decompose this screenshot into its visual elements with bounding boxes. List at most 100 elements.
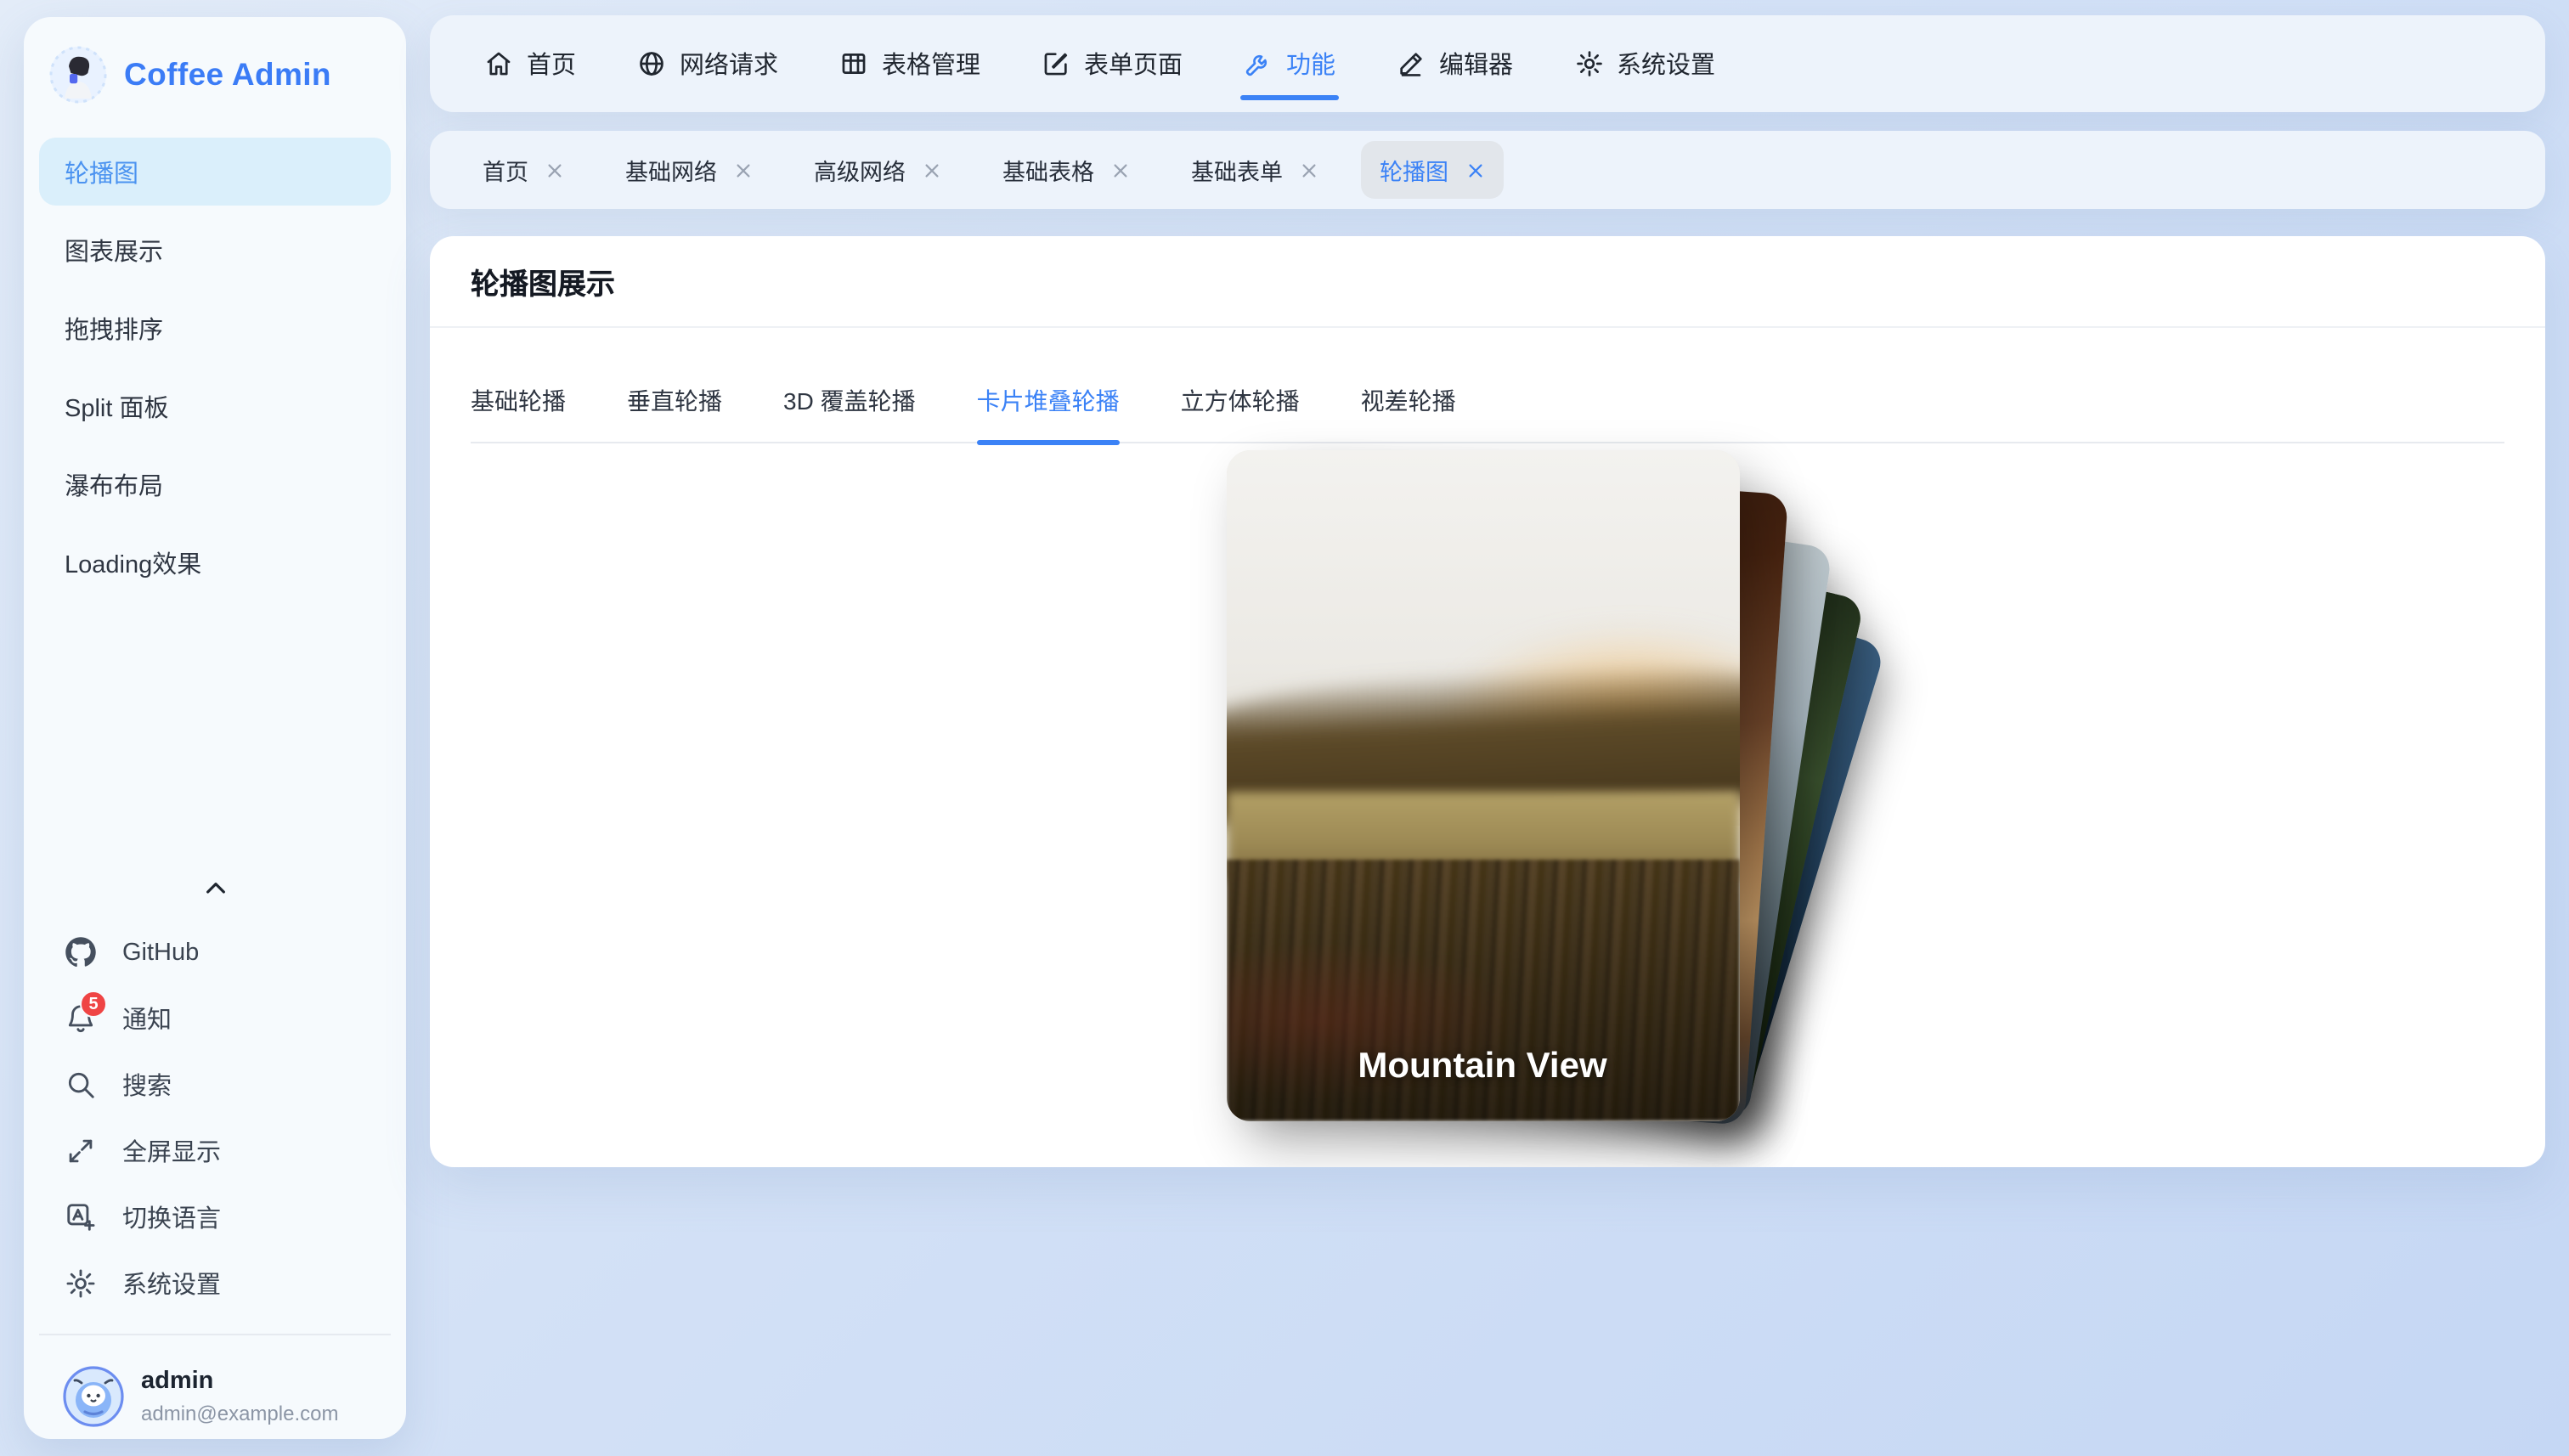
nav-item-forms[interactable]: 表单页面 bbox=[1042, 15, 1183, 112]
sidebar-item-fullscreen[interactable]: 全屏显示 bbox=[39, 1118, 391, 1184]
carousel-tabs: 基础轮播 垂直轮播 3D 覆盖轮播 卡片堆叠轮播 立方体轮播 视差轮播 bbox=[471, 384, 2504, 445]
sidebar-item-carousel[interactable]: 轮播图 bbox=[39, 138, 391, 206]
sidebar-item-github[interactable]: GitHub bbox=[39, 919, 391, 985]
sidebar-item-waterfall[interactable]: 瀑布布局 bbox=[39, 450, 391, 518]
sidebar: Coffee Admin 轮播图 图表展示 拖拽排序 Split 面板 瀑布布局… bbox=[24, 17, 406, 1439]
close-icon[interactable] bbox=[1465, 161, 1484, 179]
card-deck: Mountain View bbox=[1226, 450, 1886, 1126]
brand-title: Coffee Admin bbox=[124, 56, 331, 92]
close-icon[interactable] bbox=[1300, 161, 1318, 179]
sidebar-item-drag-sort[interactable]: 拖拽排序 bbox=[39, 294, 391, 362]
sidebar-item-settings[interactable]: 系统设置 bbox=[39, 1250, 391, 1317]
tab-card-stack[interactable]: 卡片堆叠轮播 bbox=[976, 384, 1120, 445]
top-navbar: 首页 网络请求 表格管理 表单页面 功能 编辑器 系统设置 bbox=[430, 15, 2545, 112]
nav-item-editor[interactable]: 编辑器 bbox=[1397, 15, 1513, 112]
sidebar-menu: 轮播图 图表展示 拖拽排序 Split 面板 瀑布布局 Loading效果 bbox=[24, 138, 406, 596]
tag-label: 基础表格 bbox=[1002, 160, 1094, 185]
sidebar-item-label: Split 面板 bbox=[65, 395, 169, 422]
sidebar-footer-label: 切换语言 bbox=[122, 1206, 221, 1233]
sidebar-item-loading[interactable]: Loading效果 bbox=[39, 528, 391, 596]
main-panel-header: 轮播图展示 bbox=[430, 236, 2545, 328]
nav-item-features[interactable]: 功能 bbox=[1240, 15, 1339, 112]
form-icon bbox=[1042, 49, 1070, 78]
close-icon[interactable] bbox=[734, 161, 753, 179]
tag-label: 基础网络 bbox=[625, 160, 717, 185]
fullscreen-icon bbox=[65, 1135, 97, 1167]
tab-label: 基础轮播 bbox=[471, 387, 566, 415]
nav-item-tables[interactable]: 表格管理 bbox=[839, 15, 980, 112]
page-background: Coffee Admin 轮播图 图表展示 拖拽排序 Split 面板 瀑布布局… bbox=[0, 0, 2569, 1456]
sidebar-item-label: 图表展示 bbox=[65, 239, 163, 266]
tab-basic-carousel[interactable]: 基础轮播 bbox=[471, 384, 566, 442]
tab-3d-coverflow[interactable]: 3D 覆盖轮播 bbox=[783, 384, 916, 442]
nav-item-label: 系统设置 bbox=[1617, 53, 1715, 80]
tab-parallax-carousel[interactable]: 视差轮播 bbox=[1361, 384, 1456, 442]
tab-cube-carousel[interactable]: 立方体轮播 bbox=[1181, 384, 1300, 442]
home-icon bbox=[484, 49, 513, 78]
close-icon[interactable] bbox=[1111, 161, 1130, 179]
sidebar-footer-label: 通知 bbox=[122, 1007, 172, 1035]
user-profile[interactable]: admin admin@example.com bbox=[39, 1334, 391, 1439]
close-icon[interactable] bbox=[923, 161, 941, 179]
tag-chip-basic-form[interactable]: 基础表单 bbox=[1172, 141, 1337, 199]
sidebar-item-language[interactable]: 切换语言 bbox=[39, 1184, 391, 1250]
tag-chip-home[interactable]: 首页 bbox=[464, 141, 583, 199]
carousel-card-front[interactable]: Mountain View bbox=[1226, 450, 1739, 1121]
sidebar-item-label: 拖拽排序 bbox=[65, 317, 163, 344]
nav-item-label: 功能 bbox=[1286, 53, 1335, 80]
nav-item-settings[interactable]: 系统设置 bbox=[1574, 15, 1715, 112]
page-title: 轮播图展示 bbox=[471, 268, 615, 301]
language-icon bbox=[65, 1201, 97, 1233]
user-email: admin@example.com bbox=[141, 1401, 339, 1425]
nav-item-home[interactable]: 首页 bbox=[484, 15, 576, 112]
wrench-icon bbox=[1244, 49, 1273, 78]
sidebar-footer-label: 全屏显示 bbox=[122, 1140, 221, 1167]
nav-item-label: 表格管理 bbox=[882, 53, 980, 80]
user-name: admin bbox=[141, 1368, 214, 1396]
tag-chip-carousel[interactable]: 轮播图 bbox=[1361, 141, 1503, 199]
nav-item-label: 表单页面 bbox=[1084, 53, 1183, 80]
sidebar-item-label: Loading效果 bbox=[65, 551, 202, 578]
tag-chip-advanced-network[interactable]: 高级网络 bbox=[795, 141, 960, 199]
table-icon bbox=[839, 49, 868, 78]
tab-vertical-carousel[interactable]: 垂直轮播 bbox=[627, 384, 722, 442]
search-icon bbox=[65, 1069, 97, 1101]
tab-label: 视差轮播 bbox=[1360, 387, 1456, 415]
close-icon[interactable] bbox=[545, 161, 564, 179]
collapse-button[interactable] bbox=[39, 868, 391, 919]
tab-label: 卡片堆叠轮播 bbox=[976, 387, 1120, 415]
nav-item-label: 网络请求 bbox=[680, 53, 778, 80]
tag-label: 高级网络 bbox=[814, 160, 906, 185]
globe-icon bbox=[637, 49, 666, 78]
notification-badge: 5 bbox=[80, 990, 107, 1018]
sidebar-item-notifications[interactable]: 5 通知 bbox=[39, 985, 391, 1052]
pen-icon bbox=[1397, 49, 1426, 78]
nav-item-label: 首页 bbox=[527, 53, 576, 80]
carousel-caption: Mountain View bbox=[1358, 1047, 1607, 1086]
user-avatar bbox=[63, 1366, 124, 1427]
tag-chip-basic-table[interactable]: 基础表格 bbox=[984, 141, 1149, 199]
bell-icon: 5 bbox=[65, 990, 107, 1035]
tab-label: 3D 覆盖轮播 bbox=[783, 387, 916, 415]
sidebar-footer-label: 搜索 bbox=[122, 1074, 172, 1101]
brand: Coffee Admin bbox=[24, 17, 406, 138]
sidebar-footer-label: GitHub bbox=[122, 939, 200, 966]
brand-logo-avatar bbox=[49, 46, 107, 104]
nav-item-network[interactable]: 网络请求 bbox=[637, 15, 778, 112]
sidebar-item-search[interactable]: 搜索 bbox=[39, 1052, 391, 1118]
sidebar-item-label: 轮播图 bbox=[65, 161, 138, 188]
tag-label: 基础表单 bbox=[1191, 160, 1283, 185]
tag-label: 首页 bbox=[483, 160, 528, 185]
tag-chip-basic-network[interactable]: 基础网络 bbox=[607, 141, 771, 199]
tab-label: 垂直轮播 bbox=[627, 387, 722, 415]
gear-icon bbox=[65, 1267, 97, 1300]
chevron-up-icon bbox=[201, 875, 229, 902]
nav-item-label: 编辑器 bbox=[1439, 53, 1513, 80]
sidebar-item-split-panel[interactable]: Split 面板 bbox=[39, 372, 391, 440]
sidebar-footer-label: 系统设置 bbox=[122, 1273, 221, 1300]
sidebar-item-charts[interactable]: 图表展示 bbox=[39, 216, 391, 284]
sidebar-item-label: 瀑布布局 bbox=[65, 473, 163, 500]
gear-icon bbox=[1574, 49, 1603, 78]
tag-label: 轮播图 bbox=[1380, 160, 1448, 185]
user-meta: admin admin@example.com bbox=[141, 1367, 338, 1426]
